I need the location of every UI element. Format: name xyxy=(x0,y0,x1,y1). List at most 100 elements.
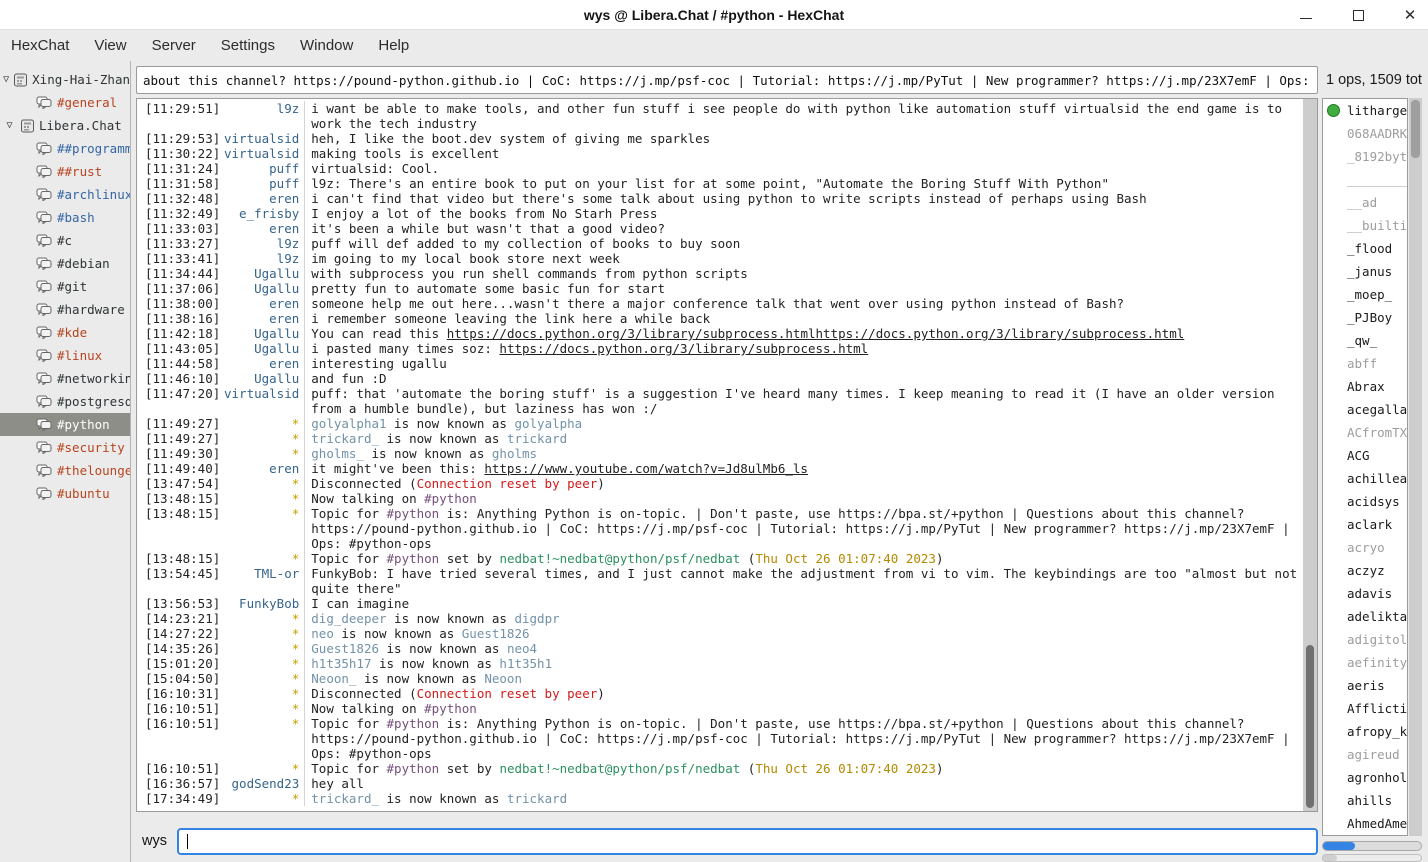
message-segment: Topic for xyxy=(311,761,386,776)
userlist-scrollbar-thumb[interactable] xyxy=(1411,100,1420,158)
menu-item-hexchat[interactable]: HexChat xyxy=(11,37,69,54)
userlist-item[interactable]: agireud xyxy=(1323,743,1407,766)
userlist-item[interactable]: __ad xyxy=(1323,191,1407,214)
tree-network-Xing-Hai-Zhan[interactable]: ▽Xing-Hai-Zhan xyxy=(0,68,130,91)
tree-item-programming[interactable]: ##programming xyxy=(0,137,130,160)
tree-item-archlinux[interactable]: #archlinux xyxy=(0,183,130,206)
tree-item-git[interactable]: #git xyxy=(0,275,130,298)
topic-input[interactable]: about this channel? https://pound-python… xyxy=(136,66,1318,94)
expander-icon[interactable]: ▽ xyxy=(3,74,9,85)
tree-network-Libera.Chat[interactable]: ▽Libera.Chat xyxy=(0,114,130,137)
userlist-item[interactable]: Affliction xyxy=(1323,697,1407,720)
userlist-item[interactable]: adavis xyxy=(1323,582,1407,605)
message-link[interactable]: https://docs.python.org/3/library/subpro… xyxy=(447,326,1185,341)
tree-item-c[interactable]: #c xyxy=(0,229,130,252)
message-segment: golyalpha1 xyxy=(311,416,386,431)
event-star: * xyxy=(220,641,304,656)
userlist-item[interactable]: _8192byte xyxy=(1323,145,1407,168)
tree-item-bash[interactable]: #bash xyxy=(0,206,130,229)
tree-item-ubuntu[interactable]: #ubuntu xyxy=(0,482,130,505)
userlist-item[interactable]: Abrax xyxy=(1323,375,1407,398)
userlist-item[interactable]: abff xyxy=(1323,352,1407,375)
tree-item-hardware[interactable]: #hardware xyxy=(0,298,130,321)
userlist-item[interactable]: aeris xyxy=(1323,674,1407,697)
userlist-item[interactable]: __builtin xyxy=(1323,214,1407,237)
userlist-item[interactable]: _moep_ xyxy=(1323,283,1407,306)
menu-item-view[interactable]: View xyxy=(94,37,126,54)
chat-scrollbar[interactable] xyxy=(1303,99,1317,811)
userlist-item[interactable]: acryo xyxy=(1323,536,1407,559)
userlist-item[interactable]: acidsys xyxy=(1323,490,1407,513)
maximize-button[interactable] xyxy=(1350,7,1366,23)
channel-icon xyxy=(36,349,52,362)
chat-nick: godSend23 xyxy=(220,776,304,791)
tree-item-general[interactable]: #general xyxy=(0,91,130,114)
expander-icon[interactable]: ▽ xyxy=(3,120,16,131)
chat-line: [16:10:51]*Now talking on #python xyxy=(137,701,1302,716)
menu-item-window[interactable]: Window xyxy=(300,37,353,54)
chat-line: [11:32:48]ereni can't find that video bu… xyxy=(137,191,1302,206)
userlist-item[interactable]: _flood xyxy=(1323,237,1407,260)
userlist-item[interactable]: afropy_ke xyxy=(1323,720,1407,743)
message-segment: trickard_ xyxy=(311,791,379,806)
channel-icon xyxy=(36,257,52,270)
message-link[interactable]: https://docs.python.org/3/library/subpro… xyxy=(499,341,868,356)
menu-item-server[interactable]: Server xyxy=(152,37,196,54)
userlist-item[interactable]: ________ xyxy=(1323,168,1407,191)
tree-item-networking[interactable]: #networking xyxy=(0,367,130,390)
chat-timestamp: [11:47:20] xyxy=(137,386,220,416)
menu-item-help[interactable]: Help xyxy=(378,37,409,54)
tree-item-thelounge[interactable]: #thelounge xyxy=(0,459,130,482)
message-segment: and fun :D xyxy=(311,371,386,386)
message-link[interactable]: https://www.youtube.com/watch?v=Jd8ulMb6… xyxy=(484,461,808,476)
message-input[interactable] xyxy=(177,828,1318,855)
userlist-item[interactable]: AhmedAmer xyxy=(1323,812,1407,835)
userlist-item[interactable]: agronholm xyxy=(1323,766,1407,789)
userlist-item[interactable]: ACG xyxy=(1323,444,1407,467)
userlist-item[interactable]: _qw_ xyxy=(1323,329,1407,352)
userlist-item[interactable]: adeliktas xyxy=(1323,605,1407,628)
channel-icon xyxy=(36,303,52,316)
message-segment: Topic for xyxy=(311,506,386,521)
userlist-item[interactable]: acegalla- xyxy=(1323,398,1407,421)
userlist-item[interactable]: aclark xyxy=(1323,513,1407,536)
tree-item-kde[interactable]: #kde xyxy=(0,321,130,344)
title-bar: wys @ Libera.Chat / #python - HexChat ✕ xyxy=(0,0,1428,30)
chat-timestamp: [11:33:03] xyxy=(137,221,220,236)
input-row: wys xyxy=(142,826,1318,856)
tree-item-debian[interactable]: #debian xyxy=(0,252,130,275)
chat-nick: Ugallu xyxy=(220,266,304,281)
userlist-item[interactable]: aefinity xyxy=(1323,651,1407,674)
channel-icon xyxy=(36,418,52,431)
userlist-scrollbar[interactable] xyxy=(1409,98,1422,836)
close-button[interactable]: ✕ xyxy=(1402,7,1418,23)
message-segment: trickard xyxy=(507,791,567,806)
tree-item-rust[interactable]: ##rust xyxy=(0,160,130,183)
tree-channel-label: #ubuntu xyxy=(57,486,110,501)
chat-timestamp: [13:48:15] xyxy=(137,491,220,506)
userlist-item[interactable]: 068AADRKN xyxy=(1323,122,1407,145)
chat-message: h1t35h17 is now known as h1t35h1 xyxy=(304,656,1302,671)
userlist-item[interactable]: ahills xyxy=(1323,789,1407,812)
chat-line: [13:48:15]*Now talking on #python xyxy=(137,491,1302,506)
userlist-item[interactable]: aczyz xyxy=(1323,559,1407,582)
userlist-item[interactable]: _PJBoy xyxy=(1323,306,1407,329)
menu-item-settings[interactable]: Settings xyxy=(221,37,275,54)
userlist-item[interactable]: adigitole xyxy=(1323,628,1407,651)
message-segment: Topic for xyxy=(311,716,386,731)
tree-item-postgresql[interactable]: #postgresql xyxy=(0,390,130,413)
userlist-item[interactable]: litharge xyxy=(1323,99,1407,122)
chat-message: neo is now known as Guest1826 xyxy=(304,626,1302,641)
tree-item-python[interactable]: #python xyxy=(0,413,130,436)
text-caret xyxy=(187,834,188,849)
chat-message: trickard_ is now known as trickard xyxy=(304,791,1302,806)
minimize-button[interactable] xyxy=(1298,7,1314,23)
userlist-item[interactable]: achilleas xyxy=(1323,467,1407,490)
user-nick: achilleas xyxy=(1347,471,1408,486)
user-nick: _janus xyxy=(1347,264,1392,279)
userlist-item[interactable]: _janus xyxy=(1323,260,1407,283)
tree-item-linux[interactable]: #linux xyxy=(0,344,130,367)
tree-item-security[interactable]: #security xyxy=(0,436,130,459)
userlist-item[interactable]: ACfromTX xyxy=(1323,421,1407,444)
chat-scrollbar-thumb[interactable] xyxy=(1306,645,1314,808)
